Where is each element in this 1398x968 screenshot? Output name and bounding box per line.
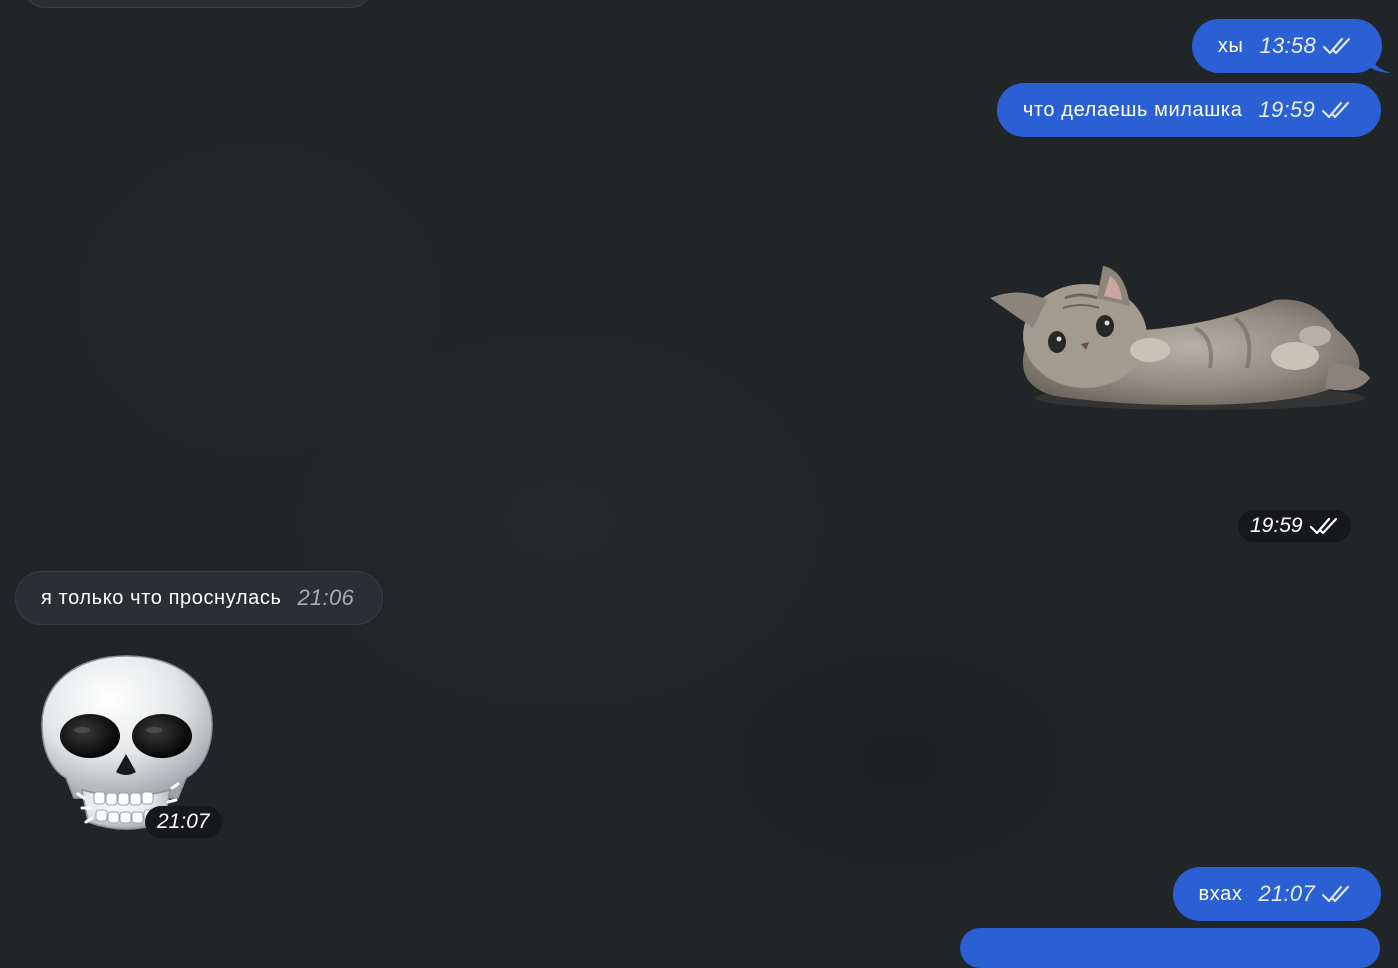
message-time: 13:58: [1259, 33, 1316, 58]
message-text: вхах: [1198, 882, 1243, 905]
incoming-message[interactable]: я только что проснулась 21:06: [15, 571, 384, 625]
message-time: 19:59: [1258, 97, 1315, 122]
message-text: я только что проснулась: [41, 586, 282, 609]
partial-incoming-bubble[interactable]: [22, 0, 374, 8]
outgoing-message[interactable]: хы 13:58: [1191, 19, 1392, 73]
message-time: 19:59: [1250, 514, 1303, 537]
message-time: 21:07: [157, 810, 210, 833]
kitten-sticker-icon[interactable]: [985, 258, 1375, 418]
double-check-icon: [1321, 99, 1351, 121]
partial-outgoing-bubble[interactable]: [960, 928, 1380, 968]
outgoing-message[interactable]: что делаешь милашка 19:59: [996, 83, 1381, 137]
sticker-time-chip: 19:59: [1238, 510, 1351, 542]
message-time: 21:06: [297, 585, 355, 610]
message-time: 21:07: [1258, 881, 1315, 906]
sticker-time-chip: 21:07: [145, 806, 222, 838]
message-text: хы: [1217, 34, 1244, 57]
double-check-icon: [1309, 515, 1339, 537]
bubble-tail-icon: [1370, 55, 1392, 73]
double-check-icon: [1321, 883, 1351, 905]
double-check-icon: [1322, 35, 1352, 57]
message-text: что делаешь милашка: [1022, 98, 1243, 121]
outgoing-message[interactable]: вхах 21:07: [1172, 867, 1381, 921]
